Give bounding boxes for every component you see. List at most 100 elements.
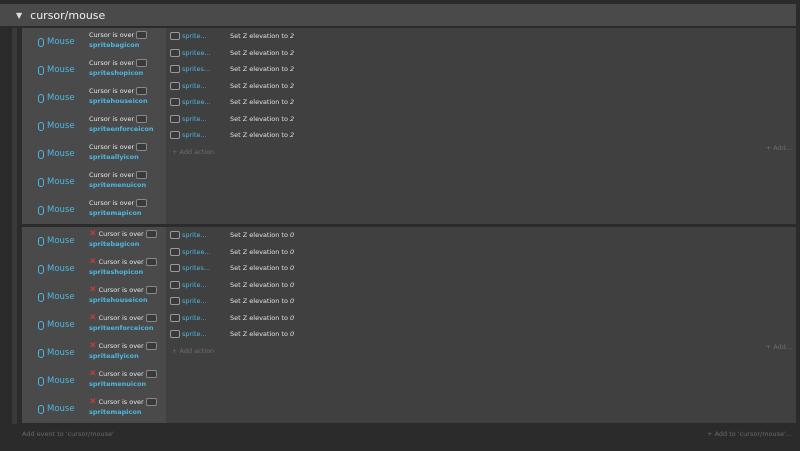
action-object[interactable]: sprite... <box>182 314 220 322</box>
add-action-button[interactable]: + Add action <box>168 343 796 359</box>
group-header[interactable]: ▼ cursor/mouse <box>0 4 796 26</box>
action-row[interactable]: sprite... Set Z elevation to 2 <box>168 78 796 95</box>
action-row[interactable]: sprites... Set Z elevation to 0 <box>168 260 796 277</box>
condition-object[interactable]: spriteallyicon <box>89 351 165 361</box>
condition-row[interactable]: Mouse Cursor is over spriteshopicon <box>22 56 166 84</box>
action-object[interactable]: spritee... <box>182 248 220 256</box>
collapse-caret-icon[interactable]: ▼ <box>16 11 22 20</box>
condition-row[interactable]: Mouse Cursor is over spriteenforceicon <box>22 112 166 140</box>
condition-object[interactable]: spritebagicon <box>89 40 165 50</box>
action-row[interactable]: sprite... Set Z elevation to 0 <box>168 326 796 343</box>
condition-object[interactable]: spritemenuicon <box>89 379 165 389</box>
condition-text[interactable]: ✕ Cursor is over spriteshopicon <box>89 257 165 277</box>
condition-row[interactable]: Mouse ✕ Cursor is over spritebagicon <box>22 227 166 255</box>
action-row[interactable]: sprite... Set Z elevation to 2 <box>168 111 796 128</box>
action-text[interactable]: Set Z elevation to 2 <box>230 49 294 57</box>
action-object[interactable]: spritee... <box>182 98 220 106</box>
mouse-object[interactable]: Mouse <box>38 227 75 255</box>
condition-text[interactable]: Cursor is over spriteenforceicon <box>89 114 165 134</box>
mouse-object[interactable]: Mouse <box>38 28 75 56</box>
action-row[interactable]: sprite... Set Z elevation to 2 <box>168 28 796 45</box>
action-row[interactable]: spritee... Set Z elevation to 2 <box>168 45 796 62</box>
condition-text[interactable]: ✕ Cursor is over spritemenuicon <box>89 369 165 389</box>
condition-text[interactable]: ✕ Cursor is over spritemapicon <box>89 397 165 417</box>
action-text[interactable]: Set Z elevation to 2 <box>230 98 294 106</box>
action-text[interactable]: Set Z elevation to 0 <box>230 314 294 322</box>
action-text[interactable]: Set Z elevation to 0 <box>230 330 294 338</box>
add-more-button[interactable]: + Add... <box>766 343 792 351</box>
mouse-object[interactable]: Mouse <box>38 168 75 196</box>
action-object[interactable]: spritee... <box>182 49 220 57</box>
condition-object[interactable]: spriteallyicon <box>89 152 165 162</box>
action-text[interactable]: Set Z elevation to 2 <box>230 82 294 90</box>
condition-text[interactable]: Cursor is over spritemenuicon <box>89 170 165 190</box>
add-action-button[interactable]: + Add action <box>168 144 796 160</box>
mouse-object[interactable]: Mouse <box>38 112 75 140</box>
action-object[interactable]: sprite... <box>182 281 220 289</box>
action-text[interactable]: Set Z elevation to 0 <box>230 248 294 256</box>
condition-row[interactable]: Mouse ✕ Cursor is over spriteshopicon <box>22 255 166 283</box>
condition-row[interactable]: Mouse ✕ Cursor is over spriteenforceicon <box>22 311 166 339</box>
condition-row[interactable]: Mouse ✕ Cursor is over spritemapicon <box>22 395 166 423</box>
condition-object[interactable]: spritehouseicon <box>89 96 165 106</box>
condition-text[interactable]: ✕ Cursor is over spritebagicon <box>89 229 165 249</box>
condition-object[interactable]: spriteenforceicon <box>89 124 165 134</box>
action-object[interactable]: sprite... <box>182 231 220 239</box>
action-text[interactable]: Set Z elevation to 0 <box>230 264 294 272</box>
mouse-object[interactable]: Mouse <box>38 311 75 339</box>
action-object[interactable]: sprites... <box>182 65 220 73</box>
condition-text[interactable]: ✕ Cursor is over spriteallyicon <box>89 341 165 361</box>
action-row[interactable]: sprite... Set Z elevation to 0 <box>168 277 796 294</box>
condition-row[interactable]: Mouse ✕ Cursor is over spritehouseicon <box>22 283 166 311</box>
mouse-object[interactable]: Mouse <box>38 339 75 367</box>
condition-object[interactable]: spritehouseicon <box>89 295 165 305</box>
add-more-button[interactable]: + Add... <box>766 144 792 152</box>
mouse-object[interactable]: Mouse <box>38 283 75 311</box>
condition-text[interactable]: Cursor is over spritehouseicon <box>89 86 165 106</box>
condition-text[interactable]: Cursor is over spritemapicon <box>89 198 165 218</box>
condition-object[interactable]: spritemapicon <box>89 208 165 218</box>
action-text[interactable]: Set Z elevation to 2 <box>230 115 294 123</box>
action-row[interactable]: sprite... Set Z elevation to 0 <box>168 227 796 244</box>
condition-text[interactable]: ✕ Cursor is over spritehouseicon <box>89 285 165 305</box>
condition-object[interactable]: spriteenforceicon <box>89 323 165 333</box>
action-object[interactable]: sprite... <box>182 32 220 40</box>
condition-object[interactable]: spritemenuicon <box>89 180 165 190</box>
action-row[interactable]: sprite... Set Z elevation to 2 <box>168 127 796 144</box>
condition-object[interactable]: spriteshopicon <box>89 68 165 78</box>
event-block-over[interactable]: Mouse Cursor is over spritebagicon Mouse … <box>22 28 796 224</box>
action-object[interactable]: sprite... <box>182 131 220 139</box>
condition-text[interactable]: Cursor is over spriteshopicon <box>89 58 165 78</box>
condition-row[interactable]: Mouse ✕ Cursor is over spritemenuicon <box>22 367 166 395</box>
action-text[interactable]: Set Z elevation to 2 <box>230 65 294 73</box>
add-event-button[interactable]: Add event to 'cursor/mouse' <box>22 430 114 438</box>
add-to-group-button[interactable]: + Add to 'cursor/mouse'... <box>707 430 792 438</box>
mouse-object[interactable]: Mouse <box>38 367 75 395</box>
condition-object[interactable]: spritemapicon <box>89 407 165 417</box>
action-text[interactable]: Set Z elevation to 0 <box>230 231 294 239</box>
condition-row[interactable]: Mouse Cursor is over spritemapicon <box>22 196 166 224</box>
condition-text[interactable]: ✕ Cursor is over spriteenforceicon <box>89 313 165 333</box>
mouse-object[interactable]: Mouse <box>38 84 75 112</box>
condition-row[interactable]: Mouse Cursor is over spriteallyicon <box>22 140 166 168</box>
action-object[interactable]: sprite... <box>182 115 220 123</box>
action-object[interactable]: sprite... <box>182 82 220 90</box>
mouse-object[interactable]: Mouse <box>38 140 75 168</box>
action-object[interactable]: sprites... <box>182 264 220 272</box>
action-text[interactable]: Set Z elevation to 2 <box>230 131 294 139</box>
action-text[interactable]: Set Z elevation to 2 <box>230 32 294 40</box>
action-text[interactable]: Set Z elevation to 0 <box>230 281 294 289</box>
mouse-object[interactable]: Mouse <box>38 56 75 84</box>
condition-row[interactable]: Mouse ✕ Cursor is over spriteallyicon <box>22 339 166 367</box>
action-row[interactable]: spritee... Set Z elevation to 0 <box>168 244 796 261</box>
condition-text[interactable]: Cursor is over spritebagicon <box>89 30 165 50</box>
action-row[interactable]: sprite... Set Z elevation to 0 <box>168 293 796 310</box>
condition-text[interactable]: Cursor is over spriteallyicon <box>89 142 165 162</box>
action-row[interactable]: sprites... Set Z elevation to 2 <box>168 61 796 78</box>
event-block-not-over[interactable]: Mouse ✕ Cursor is over spritebagicon Mouse… <box>22 227 796 423</box>
action-row[interactable]: spritee... Set Z elevation to 2 <box>168 94 796 111</box>
mouse-object[interactable]: Mouse <box>38 255 75 283</box>
action-text[interactable]: Set Z elevation to 0 <box>230 297 294 305</box>
condition-row[interactable]: Mouse Cursor is over spritemenuicon <box>22 168 166 196</box>
mouse-object[interactable]: Mouse <box>38 196 75 224</box>
